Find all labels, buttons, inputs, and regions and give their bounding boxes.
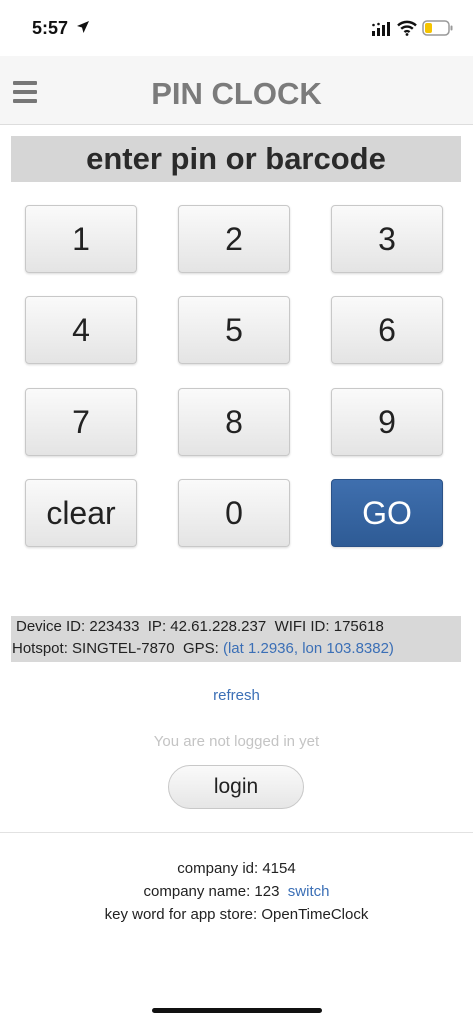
clear-button[interactable]: clear	[25, 479, 137, 547]
key-1[interactable]: 1	[25, 205, 137, 273]
company-id-value: 4154	[262, 860, 296, 877]
login-status-text: You are not logged in yet	[153, 733, 320, 750]
switch-company-link[interactable]: switch	[288, 883, 330, 900]
wifi-icon	[397, 20, 417, 36]
company-name-line: company name: 123 switch	[0, 883, 473, 900]
key-5[interactable]: 5	[178, 296, 290, 364]
pin-prompt: enter pin or barcode	[11, 136, 461, 182]
login-button[interactable]: login	[168, 765, 304, 809]
key-9[interactable]: 9	[331, 388, 443, 456]
app-store-keyword-line: key word for app store: OpenTimeClock	[0, 906, 473, 923]
device-id-label: Device ID:	[16, 618, 86, 635]
go-button[interactable]: GO	[331, 479, 443, 547]
page-title: PIN CLOCK	[151, 76, 322, 111]
device-info-panel: Device ID: 223433 IP: 42.61.228.237 WIFI…	[11, 616, 461, 662]
status-bar: 5:57	[0, 0, 473, 56]
wifi-id-label: WIFI ID:	[274, 618, 330, 635]
ip-label: IP:	[147, 618, 167, 635]
gps-link[interactable]: (lat 1.2936, lon 103.8382)	[223, 640, 394, 657]
key-8[interactable]: 8	[178, 388, 290, 456]
ip-value: 42.61.228.237	[170, 618, 267, 635]
company-name-value: 123	[254, 883, 280, 900]
hotspot-label: Hotspot:	[12, 640, 68, 657]
gps-label: GPS:	[182, 640, 219, 657]
company-id-label: company id:	[177, 860, 259, 877]
device-info-line: Device ID: 223433 IP: 42.61.228.237 WIFI…	[11, 616, 461, 638]
status-time: 5:57	[32, 18, 69, 38]
device-id-value: 223433	[89, 618, 140, 635]
home-indicator[interactable]	[152, 1008, 322, 1013]
divider	[0, 832, 473, 833]
location-arrow-icon	[77, 21, 89, 33]
app-header: PIN CLOCK	[0, 56, 473, 125]
keyword-value: OpenTimeClock	[261, 906, 369, 923]
company-id-line: company id: 4154	[0, 860, 473, 877]
hotspot-value: SINGTEL-7870	[72, 640, 175, 657]
network-info-line: Hotspot: SINGTEL-7870 GPS: (lat 1.2936, …	[11, 638, 461, 660]
key-7[interactable]: 7	[25, 388, 137, 456]
key-6[interactable]: 6	[331, 296, 443, 364]
key-3[interactable]: 3	[331, 205, 443, 273]
refresh-link[interactable]: refresh	[0, 687, 473, 704]
key-0[interactable]: 0	[178, 479, 290, 547]
key-4[interactable]: 4	[25, 296, 137, 364]
company-name-label: company name:	[143, 883, 251, 900]
signal-icon	[372, 22, 390, 36]
key-2[interactable]: 2	[178, 205, 290, 273]
wifi-id-value: 175618	[333, 618, 384, 635]
battery-icon	[422, 20, 453, 36]
keyword-label: key word for app store:	[104, 906, 258, 923]
